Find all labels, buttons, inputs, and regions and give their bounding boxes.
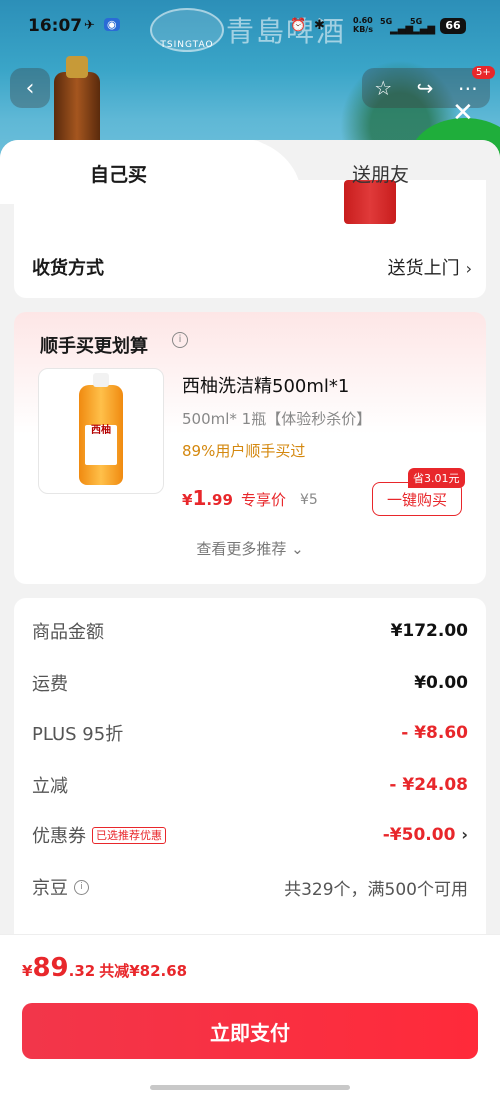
checkout-footer: ¥89.32 共减¥82.68 立即支付 xyxy=(0,934,500,1101)
network-speed: 0.60 KB/s xyxy=(353,16,373,34)
chevron-right-icon: › xyxy=(461,825,468,844)
shipping-method-value: 送货上门 › xyxy=(387,258,472,279)
price-row-subtotal: 商品金额 ¥172.00 xyxy=(32,621,468,643)
price-row-shipping: 运费 ¥0.00 xyxy=(32,673,468,695)
recommend-card: 顺手买更划算 i 西柚 西柚洗洁精500ml*1 500ml* 1瓶【体验秒杀价… xyxy=(14,312,486,584)
save-badge: 省3.01元 xyxy=(408,468,465,488)
app-notification-icon: ✈ xyxy=(84,18,95,33)
alarm-icon: ⏰ xyxy=(290,18,307,33)
product-name[interactable]: 西柚洗洁精500ml*1 xyxy=(182,372,349,398)
chevron-right-icon: › xyxy=(465,259,472,278)
signal-2-icon: ▂▄▆ xyxy=(412,24,436,35)
total-saving: 共减¥82.68 xyxy=(99,962,188,980)
more-icon[interactable]: ⋯ xyxy=(458,76,478,100)
tab-buy-self[interactable]: 自己买 xyxy=(90,160,147,187)
message-badge: 5+ xyxy=(472,66,495,79)
price-row-instant-discount: 立减 - ¥24.08 xyxy=(32,775,468,797)
tab-gift-friend[interactable]: 送朋友 xyxy=(352,160,409,187)
shipping-method-label: 收货方式 xyxy=(32,258,104,279)
nfc-icon: ◉ xyxy=(104,18,120,31)
product-spec: 500ml* 1瓶【体验秒杀价】 xyxy=(182,410,372,428)
share-icon[interactable]: ↪ xyxy=(417,76,434,100)
status-time: 16:07 xyxy=(28,16,83,36)
price-row-plus-discount: PLUS 95折 - ¥8.60 xyxy=(32,723,468,745)
home-indicator xyxy=(150,1085,350,1090)
chevron-down-icon: ⌄ xyxy=(291,540,304,558)
recommend-title: 顺手买更划算 xyxy=(40,336,148,357)
bluetooth-icon: ✱ xyxy=(314,18,325,33)
original-price: ¥5 xyxy=(300,492,318,508)
star-icon[interactable]: ☆ xyxy=(374,76,392,100)
pay-now-button[interactable]: 立即支付 xyxy=(22,1003,478,1059)
price-row-coupon[interactable]: 优惠券 已选推荐优惠 -¥50.00 › xyxy=(32,820,468,850)
product-buyers: 89%用户顺手买过 xyxy=(182,442,306,460)
price-row-jd-beans[interactable]: 京豆 i 共329个，满500个可用 xyxy=(32,872,468,902)
more-recommendations-link[interactable]: 查看更多推荐 ⌄ xyxy=(14,538,486,559)
shipping-card: 收货方式 送货上门 › xyxy=(14,180,486,298)
battery-level: 66 xyxy=(440,18,466,34)
product-price: ¥1.99 专享价 xyxy=(182,486,286,510)
status-bar: 16:07 ✈ ◉ ⏰ ✱ 0.60 KB/s 5G ▂▄▆ 5G ▂▄▆ 66 xyxy=(0,0,500,56)
info-icon[interactable]: i xyxy=(172,332,188,348)
coupon-tag: 已选推荐优惠 xyxy=(92,826,166,844)
back-button[interactable]: ‹ xyxy=(10,68,50,108)
shipping-method-row[interactable]: 收货方式 送货上门 › xyxy=(32,252,472,282)
total-price: ¥89.32 共减¥82.68 xyxy=(22,953,188,983)
info-icon[interactable]: i xyxy=(74,879,89,895)
close-icon[interactable]: ✕ xyxy=(452,98,474,128)
product-image[interactable]: 西柚 xyxy=(38,368,164,494)
dish-soap-bottle-image: 西柚 xyxy=(79,373,123,485)
bottle-label: 西柚 xyxy=(85,425,117,465)
chevron-left-icon: ‹ xyxy=(25,75,35,101)
price-details-card: 商品金额 ¥172.00 运费 ¥0.00 PLUS 95折 - ¥8.60 立减 - … xyxy=(14,598,486,958)
